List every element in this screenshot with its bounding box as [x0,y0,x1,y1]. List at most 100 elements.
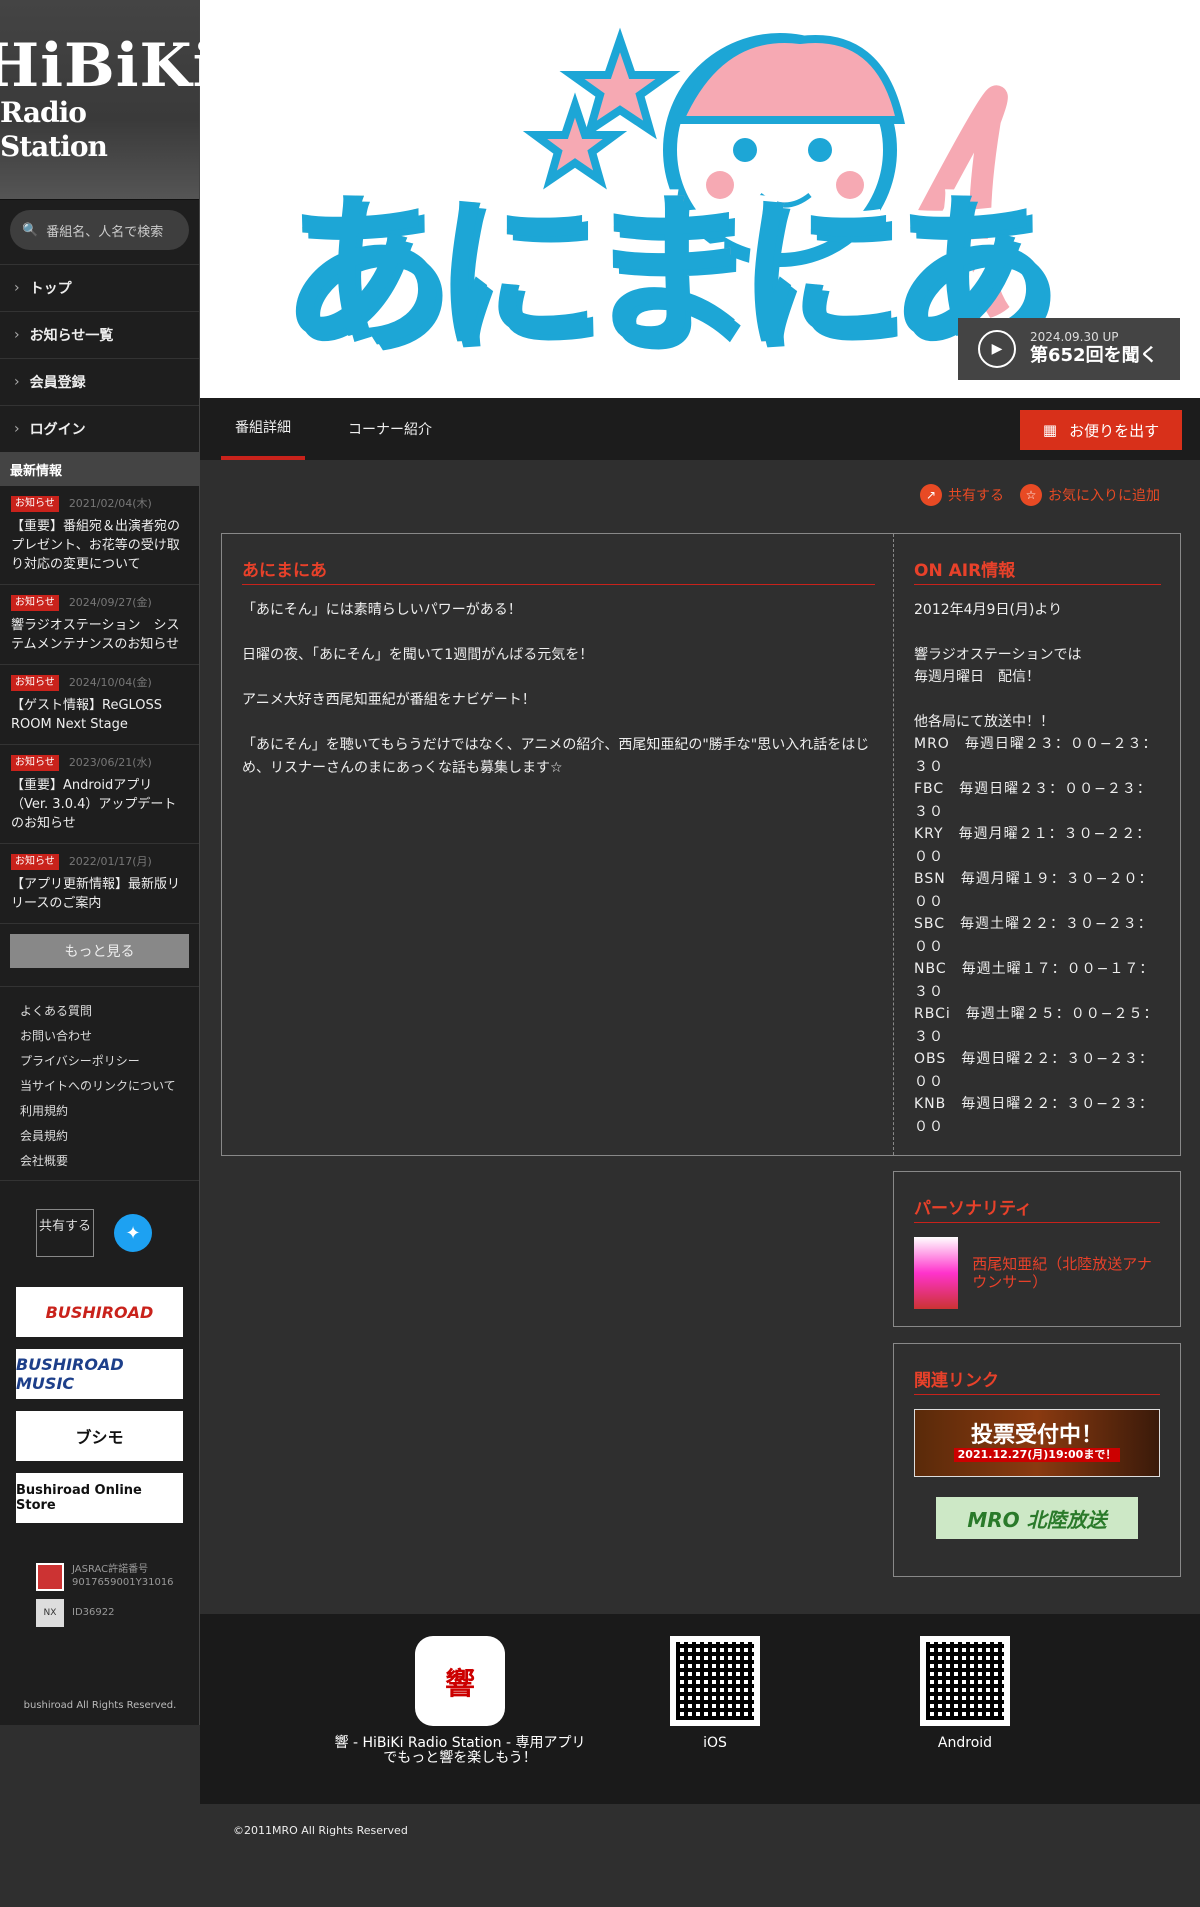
share-program-button[interactable]: ↗ 共有する [920,484,1004,506]
id-logo: NX [36,1599,64,1627]
banner1-title: 投票受付中！ [970,1422,1103,1448]
news-item[interactable]: お知らせ 2024/09/27(金) 響ラジオステーション システムメンテナンスの… [0,585,199,665]
news-text: 【重要】Androidアプリ（Ver. 3.0.4）アップデートのお知らせ [11,778,177,831]
news-item[interactable]: お知らせ 2023/06/21(水) 【重要】Androidアプリ（Ver. 3.… [0,745,199,844]
link-privacy[interactable]: プライバシーポリシー [20,1049,199,1074]
jasrac-info: JASRAC許諾番号 9017659001Y31016 [0,1535,199,1591]
nav-label: お知らせ一覧 [29,328,114,344]
episode-title: 第652回を聞く [1030,345,1158,366]
grid-icon: ▦ [1042,421,1058,439]
banner1-sub: 2021.12.27(月)19:00まで！ [953,1448,1121,1463]
link-linking[interactable]: 当サイトへのリンクについて [20,1074,199,1099]
logo-line1: HiBiKi [0,30,217,101]
news-badge: お知らせ [11,853,59,870]
station-row: BSN 毎週月曜１９：３０−２０：００ [914,871,1154,910]
play-latest-button[interactable]: ▶ 2024.09.30 UP 第652回を聞く [958,318,1180,380]
qr-code-icon [670,1636,760,1726]
station-row: KNB 毎週日曜２２：３０−２３：００ [914,1096,1154,1135]
nav-item-login[interactable]: › ログイン [0,405,199,452]
onair-since: 2012年4月9日(月)より [914,602,1063,618]
qr-code-icon [920,1636,1010,1726]
news-date: 2024/09/27(金) [68,596,152,609]
news-date: 2024/10/04(金) [68,676,152,689]
personality-item[interactable]: 西尾知亜紀（北陸放送アナウンサー） [914,1237,1160,1309]
chevron-right-icon: › [14,421,20,437]
link-company[interactable]: 会社概要 [20,1149,199,1174]
android-download[interactable]: Android [920,1636,1010,1751]
nav-label: ログイン [29,422,86,438]
sponsor-online-store[interactable]: Bushiroad Online Store [16,1473,183,1523]
link-terms[interactable]: 利用規約 [20,1099,199,1124]
program-description: あにまにあ 「あにそん」には素晴らしいパワーがある！ 日曜の夜、「あにそん」を聞… [242,556,875,802]
nav-item-news[interactable]: › お知らせ一覧 [0,311,199,358]
description-paragraph: 日曜の夜、「あにそん」を聞いて1週間がんばる元気を！ [242,647,594,663]
id-info: NX ID36922 [0,1591,199,1627]
news-badge: お知らせ [11,674,59,691]
onair-other: 他各局にて放送中！！ [914,713,1054,730]
link-contact[interactable]: お問い合わせ [20,1024,199,1049]
app-label: 響 - HiBiKi Radio Station - 専用アプリでもっと響を楽し… [334,1735,586,1766]
station-row: SBC 毎週土曜２２：３０−２３：００ [914,916,1153,955]
news-item[interactable]: お知らせ 2022/01/17(月) 【アプリ更新情報】最新版リリースのご案内 [0,844,199,924]
mro-banner[interactable]: MRO 北陸放送 [936,1497,1138,1539]
sidebar-copyright: bushiroad All Rights Reserved. [23,1700,177,1711]
share-row: 共有する ✦ [0,1181,199,1257]
news-item[interactable]: お知らせ 2024/10/04(金) 【ゲスト情報】ReGLOSS ROOM Ne… [0,665,199,745]
onair-line1: 響ラジオステーションでは [914,646,1082,663]
ios-download[interactable]: iOS [670,1636,760,1751]
jasrac-logo [36,1563,64,1591]
personality-heading: パーソナリティ [914,1194,1160,1223]
chevron-right-icon: › [14,327,20,343]
share-icon: ↗ [920,484,942,506]
station-row: NBC 毎週土曜１７：００−１７：３０ [914,961,1155,1000]
sponsor-bushimo[interactable]: ブシモ [16,1411,183,1461]
sponsor-bushiroad-music[interactable]: BUSHIROAD MUSIC [16,1349,183,1399]
send-letter-label: お便りを出す [1069,421,1160,440]
station-row: FBC 毎週日曜２３：００−２３：３０ [914,781,1152,820]
program-info-panel: あにまにあ 「あにそん」には素晴らしいパワーがある！ 日曜の夜、「あにそん」を聞… [221,533,1181,1156]
more-button[interactable]: もっと見る [10,934,189,968]
news-text: 【アプリ更新情報】最新版リリースのご案内 [11,877,181,911]
search-placeholder: 番組名、人名で検索 [46,224,164,240]
news-date: 2022/01/17(月) [68,855,152,868]
news-badge: お知らせ [11,495,59,512]
search-input[interactable]: 🔍 番組名、人名で検索 [10,210,189,250]
news-date: 2021/02/04(木) [68,497,152,510]
send-letter-button[interactable]: ▦ お便りを出す [1020,410,1182,450]
program-title-art: あにまにあ [280,176,1058,374]
station-row: KRY 毎週月曜２１：３０−２２：００ [914,826,1152,865]
news-badge: お知らせ [11,754,59,771]
news-item[interactable]: お知らせ 2021/02/04(木) 【重要】番組宛＆出演者宛のプレゼント、お花等… [0,486,199,585]
nav-item-top[interactable]: › トップ [0,264,199,311]
share-button[interactable]: 共有する [36,1209,94,1257]
program-heading: あにまにあ [242,556,875,585]
site-logo[interactable]: HiBiKi Radio Station [0,0,215,200]
personality-panel: パーソナリティ 西尾知亜紀（北陸放送アナウンサー） [893,1171,1181,1327]
app-footer: 響 響 - HiBiKi Radio Station - 専用アプリでもっと響を… [200,1614,1200,1804]
link-member-terms[interactable]: 会員規約 [20,1124,199,1149]
nav-item-register[interactable]: › 会員登録 [0,358,199,405]
sponsor-bushiroad[interactable]: BUSHIROAD [16,1287,183,1337]
link-faq[interactable]: よくある質問 [20,999,199,1024]
twitter-icon[interactable]: ✦ [114,1214,152,1252]
logo-line2: Radio Station [0,95,108,163]
favorite-label: お気に入りに追加 [1048,488,1160,504]
search-icon: 🔍 [22,222,39,238]
share-label: 共有する [948,488,1004,504]
station-row: RBCi 毎週土曜２５：００−２５：３０ [914,1006,1159,1045]
related-links-panel: 関連リンク 投票受付中！ 2021.12.27(月)19:00まで！ MRO 北… [893,1343,1181,1577]
favorite-button[interactable]: ☆ お気に入りに追加 [1020,484,1160,506]
news-heading: 最新情報 [0,452,199,486]
tab-program-details[interactable]: 番組詳細 [221,398,305,460]
news-text: 【ゲスト情報】ReGLOSS ROOM Next Stage [11,698,163,732]
id-label: ID36922 [72,1607,115,1618]
links-heading: 関連リンク [914,1366,1160,1395]
onair-info: ON AIR情報 2012年4月9日(月)より 響ラジオステーションでは 毎週月… [914,556,1161,1138]
episode-date: 2024.09.30 UP [1030,330,1119,344]
anisong-award-banner[interactable]: 投票受付中！ 2021.12.27(月)19:00まで！ [914,1409,1160,1477]
app-promo[interactable]: 響 響 - HiBiKi Radio Station - 専用アプリでもっと響を… [335,1636,585,1766]
nav-label: トップ [29,281,72,297]
sidebar: HiBiKi Radio Station 🔍 番組名、人名で検索 › トップ › お… [0,0,215,1725]
news-badge: お知らせ [11,594,59,611]
tab-corners[interactable]: コーナー紹介 [348,398,432,460]
